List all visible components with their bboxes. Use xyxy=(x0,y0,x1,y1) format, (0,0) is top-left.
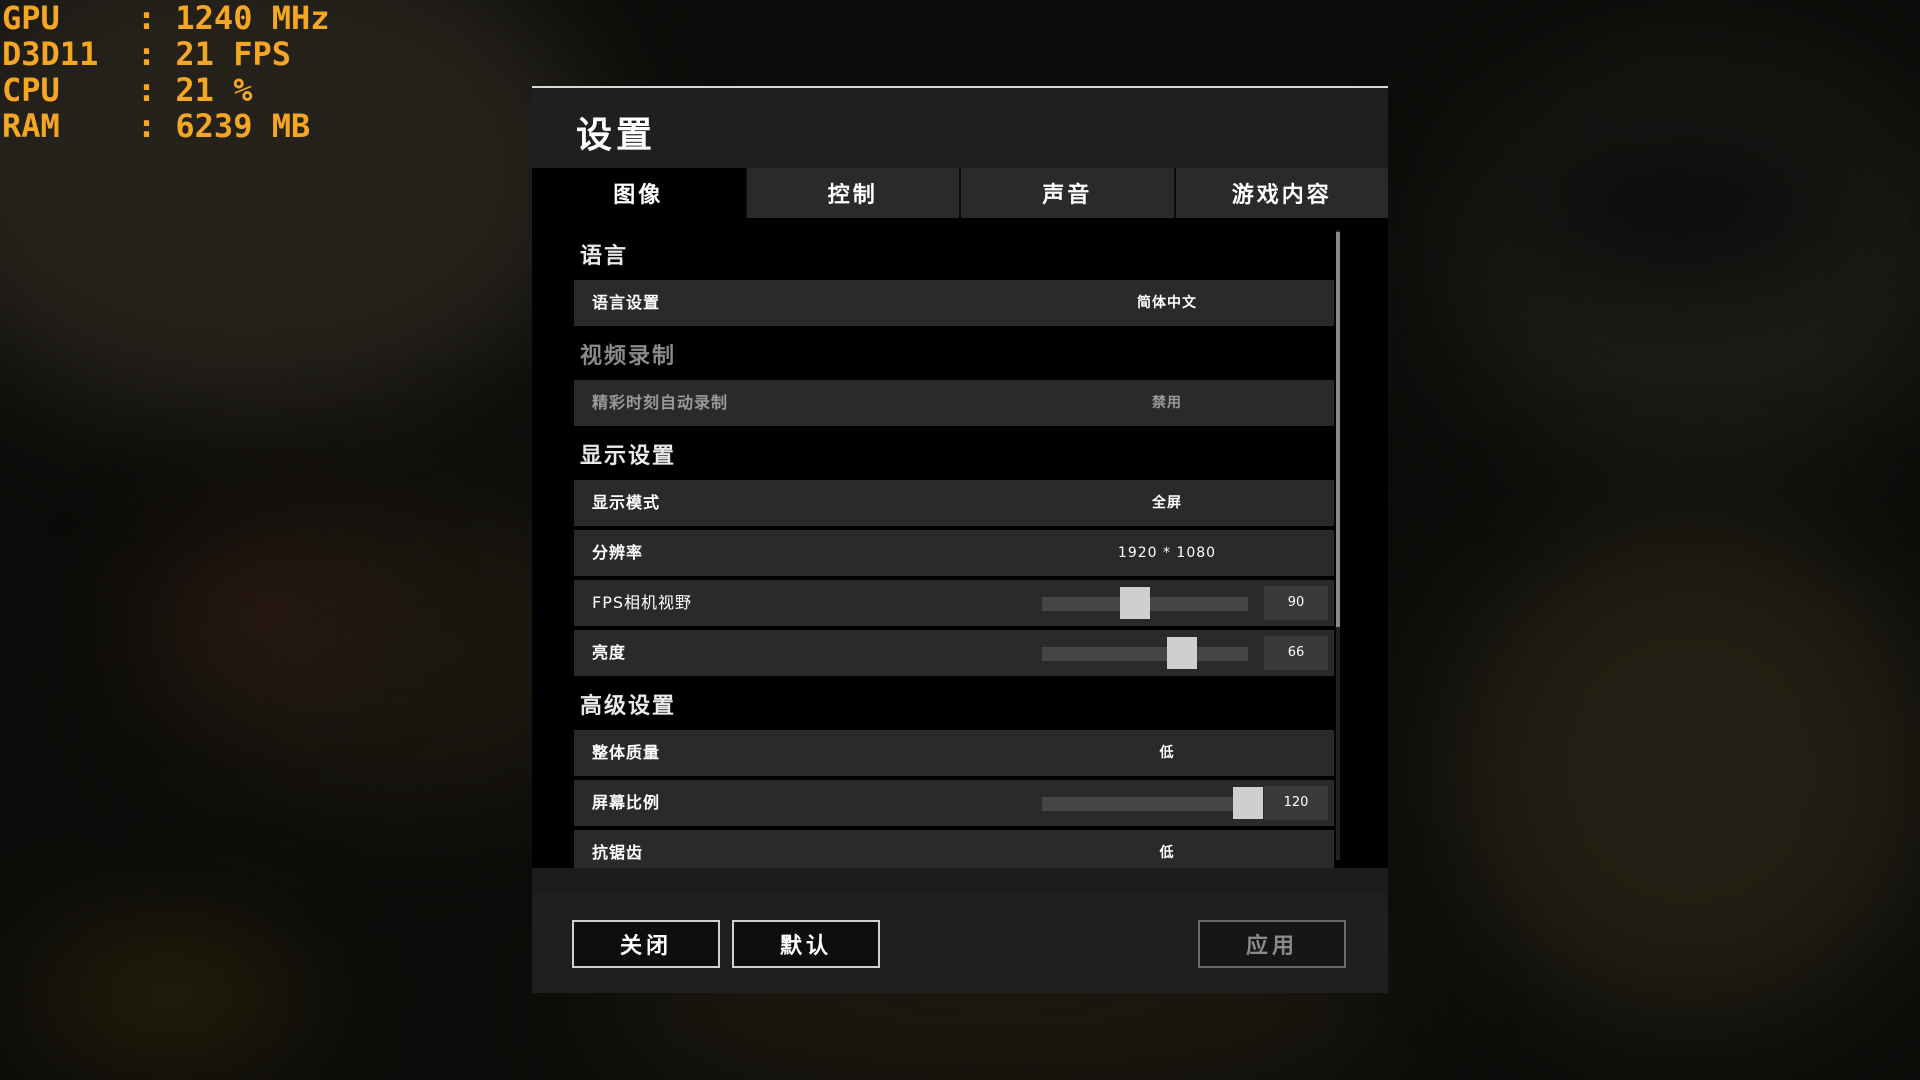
section-display: 显示设置 xyxy=(580,444,677,469)
screen-scale-value-input[interactable]: 120 xyxy=(1264,786,1328,820)
close-button[interactable]: 关闭 xyxy=(572,920,720,968)
row-display-mode[interactable]: 显示模式 全屏 xyxy=(574,480,1334,526)
row-brightness: 亮度 66 xyxy=(574,630,1334,676)
screen-scale-slider[interactable] xyxy=(1042,787,1263,819)
tab-bar: 图像 控制 声音 游戏内容 xyxy=(532,168,1388,218)
default-button[interactable]: 默认 xyxy=(732,920,880,968)
row-label: 屏幕比例 xyxy=(592,793,661,812)
tab-controls[interactable]: 控制 xyxy=(744,168,959,218)
row-label: 整体质量 xyxy=(592,743,661,762)
hud-d3d: D3D11 : 21 FPS xyxy=(2,35,291,73)
slider-thumb[interactable] xyxy=(1233,787,1263,819)
row-label: FPS相机视野 xyxy=(592,593,693,612)
tab-sound[interactable]: 声音 xyxy=(959,168,1174,218)
row-language-setting[interactable]: 语言设置 简体中文 xyxy=(574,280,1334,326)
row-label: 精彩时刻自动录制 xyxy=(592,393,729,412)
row-label: 亮度 xyxy=(592,643,627,662)
hud-ram: RAM : 6239 MB xyxy=(2,107,311,145)
apply-button[interactable]: 应用 xyxy=(1198,920,1346,968)
row-label: 语言设置 xyxy=(592,293,661,312)
hud-gpu: GPU : 1240 MHz xyxy=(2,0,330,37)
tab-graphics[interactable]: 图像 xyxy=(532,168,745,218)
tab-gameplay[interactable]: 游戏内容 xyxy=(1173,168,1388,218)
row-label: 显示模式 xyxy=(592,493,661,512)
hud-cpu: CPU : 21 % xyxy=(2,71,253,109)
title-divider xyxy=(532,86,1388,88)
scrollbar-thumb[interactable] xyxy=(1336,232,1340,627)
row-resolution[interactable]: 分辨率 1920 * 1080 xyxy=(574,530,1334,576)
row-overall-quality[interactable]: 整体质量 低 xyxy=(574,730,1334,776)
settings-content: 语言 语言设置 简体中文 视频录制 精彩时刻自动录制 禁用 显示设置 显示模式 … xyxy=(532,218,1388,868)
row-value: 禁用 xyxy=(1152,395,1182,411)
section-advanced: 高级设置 xyxy=(580,694,677,719)
section-video-recording: 视频录制 xyxy=(580,344,677,369)
row-fov: FPS相机视野 90 xyxy=(574,580,1334,626)
fov-slider[interactable] xyxy=(1042,587,1248,619)
row-value: 1920 * 1080 xyxy=(1117,545,1217,561)
row-value: 低 xyxy=(1159,845,1175,861)
brightness-value-input[interactable]: 66 xyxy=(1264,636,1328,670)
row-value: 全屏 xyxy=(1152,495,1182,511)
row-auto-record[interactable]: 精彩时刻自动录制 禁用 xyxy=(574,380,1334,426)
dialog-footer: 关闭 默认 应用 xyxy=(532,894,1388,993)
slider-thumb[interactable] xyxy=(1119,587,1150,619)
row-label: 分辨率 xyxy=(592,543,644,562)
page-title: 设置 xyxy=(576,115,657,156)
fov-value-input[interactable]: 90 xyxy=(1264,586,1328,620)
title-bar: 设置 xyxy=(532,86,1388,168)
performance-overlay: GPU : 1240 MHz D3D11 : 21 FPS CPU : 21 %… xyxy=(2,0,330,144)
row-label: 抗锯齿 xyxy=(592,843,644,862)
row-screen-scale: 屏幕比例 120 xyxy=(574,780,1334,826)
section-language: 语言 xyxy=(580,244,629,269)
settings-dialog: 设置 图像 控制 声音 游戏内容 语言 语言设置 简体中文 视频录制 精彩时刻自… xyxy=(532,86,1388,993)
row-value: 简体中文 xyxy=(1137,295,1197,311)
slider-thumb[interactable] xyxy=(1167,637,1198,669)
brightness-slider[interactable] xyxy=(1042,637,1248,669)
row-anti-aliasing[interactable]: 抗锯齿 低 xyxy=(574,830,1334,868)
row-value: 低 xyxy=(1159,745,1175,761)
